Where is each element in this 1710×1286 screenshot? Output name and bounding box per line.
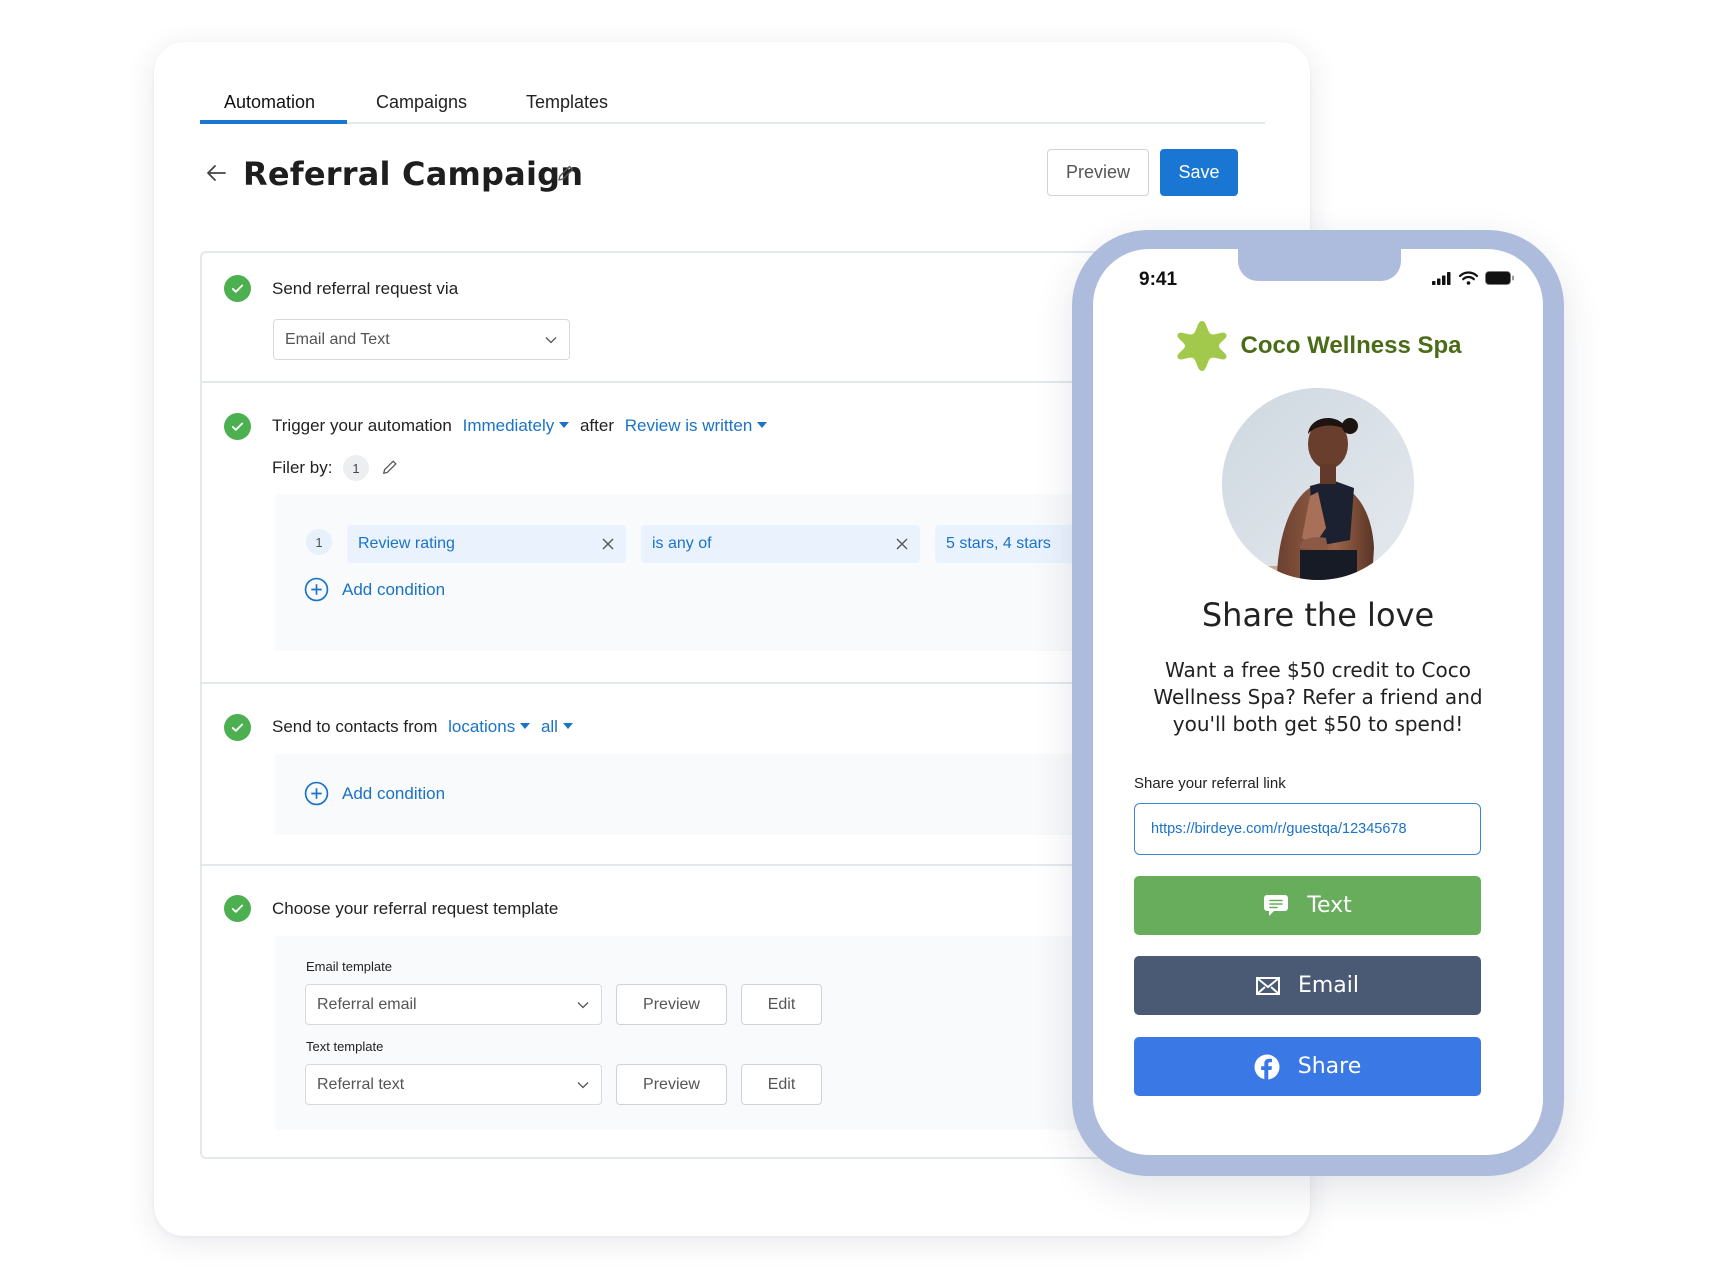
back-arrow-icon[interactable] — [204, 161, 228, 185]
condition-value: 5 stars, 4 stars — [946, 535, 1051, 552]
referral-link-input[interactable]: https://birdeye.com/r/guestqa/12345678 — [1134, 803, 1481, 855]
condition-field: Review rating — [358, 535, 455, 552]
trigger-event-value: Review is written — [624, 416, 753, 435]
share-via-email-button[interactable]: Email — [1134, 956, 1481, 1015]
chevron-down-icon — [577, 1001, 589, 1008]
phone-notch — [1238, 249, 1401, 281]
plus-circle-icon — [304, 781, 329, 806]
add-condition-label: Add condition — [342, 783, 446, 803]
step-trigger-label: Trigger your automation — [272, 416, 452, 435]
share-button-label: Share — [1297, 1054, 1362, 1079]
close-icon[interactable] — [896, 538, 908, 550]
preview-button[interactable]: Preview — [1047, 149, 1149, 196]
step-contacts-label: Send to contacts from — [272, 717, 438, 736]
chevron-down-icon — [545, 336, 557, 343]
save-button[interactable]: Save — [1160, 149, 1238, 196]
share-heading: Share the love — [1201, 596, 1435, 634]
text-template-dropdown[interactable]: Referral text — [305, 1064, 602, 1105]
facebook-icon — [1254, 1054, 1280, 1080]
trigger-event-dropdown[interactable]: Review is written — [625, 416, 768, 435]
step-template-label: Choose your referral request template — [272, 899, 559, 918]
step-contacts-row: Send to contacts from locations all — [272, 717, 573, 737]
brand-name: Coco Wellness Spa — [1240, 332, 1462, 359]
caret-down-icon — [757, 421, 768, 428]
add-condition-label: Add condition — [342, 579, 446, 599]
contacts-scope-value: all — [540, 717, 558, 736]
check-circle-icon — [224, 275, 251, 302]
contacts-source-dropdown[interactable]: locations — [448, 717, 531, 736]
share-via-facebook-button[interactable]: Share — [1134, 1037, 1481, 1096]
battery-icon — [1485, 271, 1514, 285]
trigger-timing-value: Immediately — [462, 416, 555, 435]
phone-screen: 9:41 Coco Wellness Spa Share the love Wa… — [1093, 249, 1543, 1155]
text-button-label: Text — [1307, 893, 1352, 918]
profile-photo — [1222, 388, 1414, 580]
close-icon[interactable] — [602, 538, 614, 550]
text-template-selected: Referral text — [317, 1075, 405, 1093]
email-template-preview-button[interactable]: Preview — [616, 984, 727, 1025]
text-template-label: Text template — [306, 1039, 384, 1054]
wifi-icon — [1459, 271, 1478, 285]
active-tab-indicator — [200, 120, 347, 124]
share-via-text-button[interactable]: Text — [1134, 876, 1481, 935]
tab-bar: Automation Campaigns Templates — [200, 84, 1265, 124]
pencil-icon[interactable] — [556, 163, 576, 183]
check-circle-icon — [224, 714, 251, 741]
text-template-preview-button[interactable]: Preview — [616, 1064, 727, 1105]
contacts-conditions-panel: Add condition — [275, 754, 1198, 835]
edit-filter-pencil-icon[interactable] — [381, 458, 399, 476]
automation-steps: Send referral request via Email and Text… — [200, 251, 1200, 1159]
signal-icon — [1432, 271, 1451, 285]
condition-operator: is any of — [652, 535, 712, 552]
status-time: 9:41 — [1139, 269, 1178, 290]
text-template-edit-button[interactable]: Edit — [741, 1064, 822, 1105]
message-icon — [1264, 894, 1289, 916]
filter-count-badge: 1 — [343, 455, 369, 481]
add-condition-button[interactable]: Add condition — [304, 781, 445, 806]
caret-down-icon — [520, 722, 531, 729]
tab-templates[interactable]: Templates — [526, 92, 608, 113]
email-template-label: Email template — [306, 959, 392, 974]
condition-operator-chip[interactable]: is any of — [641, 525, 920, 563]
tab-automation[interactable]: Automation — [224, 92, 315, 113]
filter-conditions-panel: 1 Review rating is any of 5 stars, 4 sta… — [275, 494, 1198, 651]
email-template-dropdown[interactable]: Referral email — [305, 984, 602, 1025]
divider — [202, 864, 1198, 866]
filter-by-label: Filer by: — [272, 458, 333, 477]
divider — [202, 381, 1198, 383]
tab-campaigns[interactable]: Campaigns — [376, 92, 467, 113]
email-template-edit-button[interactable]: Edit — [741, 984, 822, 1025]
phone-preview: 9:41 Coco Wellness Spa Share the love Wa… — [1072, 230, 1564, 1176]
brand-star-logo-icon — [1176, 321, 1227, 371]
add-condition-button[interactable]: Add condition — [304, 577, 445, 602]
email-template-selected: Referral email — [317, 995, 417, 1013]
share-description: Want a free $50 credit to Coco Wellness … — [1153, 658, 1483, 736]
condition-field-chip[interactable]: Review rating — [347, 525, 626, 563]
send-via-dropdown[interactable]: Email and Text — [273, 319, 570, 360]
envelope-icon — [1255, 976, 1280, 995]
caret-down-icon — [562, 722, 573, 729]
chevron-down-icon — [577, 1081, 589, 1088]
plus-circle-icon — [304, 577, 329, 602]
after-label: after — [579, 416, 614, 435]
status-icons — [1432, 271, 1515, 285]
email-button-label: Email — [1297, 973, 1360, 998]
referral-link-value: https://birdeye.com/r/guestqa/12345678 — [1151, 821, 1407, 837]
contacts-scope-dropdown[interactable]: all — [541, 717, 573, 736]
step-send-via-label: Send referral request via — [272, 279, 459, 298]
send-via-selected: Email and Text — [285, 330, 390, 348]
referral-link-label: Share your referral link — [1134, 775, 1286, 792]
template-panel: Email template Referral email Preview Ed… — [275, 936, 1198, 1130]
contacts-source-value: locations — [448, 717, 516, 736]
check-circle-icon — [224, 895, 251, 922]
brand-header: Coco Wellness Spa — [1093, 319, 1543, 373]
trigger-timing-dropdown[interactable]: Immediately — [463, 416, 570, 435]
page-title: Referral Campaign — [243, 155, 584, 193]
step-trigger-row: Trigger your automation Immediately afte… — [272, 416, 768, 436]
condition-index-badge: 1 — [306, 529, 332, 555]
check-circle-icon — [224, 413, 251, 440]
caret-down-icon — [559, 421, 570, 428]
divider — [202, 682, 1198, 684]
